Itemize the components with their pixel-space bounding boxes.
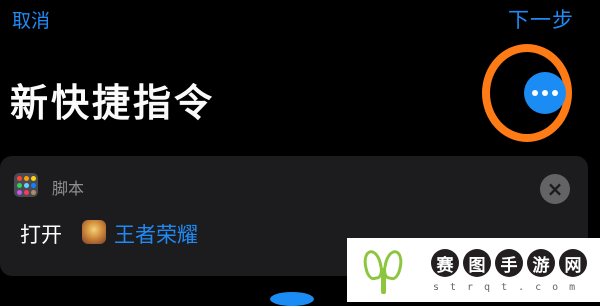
- watermark-url: strqt.com: [433, 282, 587, 293]
- ellipsis-icon: [542, 90, 548, 96]
- action-category-label: 脚本: [52, 179, 85, 198]
- action-verb: 打开: [20, 223, 62, 247]
- script-grid-icon: [14, 173, 38, 197]
- close-icon: ×: [546, 177, 564, 201]
- watermark-char: 网: [559, 249, 587, 277]
- app-name-parameter[interactable]: 王者荣耀: [114, 219, 198, 249]
- bottom-button-edge: [270, 292, 314, 306]
- page-title: 新快捷指令: [10, 81, 216, 125]
- more-options-button[interactable]: [524, 72, 566, 114]
- watermark-char: 手: [495, 249, 523, 277]
- honor-of-kings-app-icon[interactable]: [82, 220, 106, 244]
- watermark-char: 赛: [431, 249, 459, 277]
- watermark-char: 图: [463, 249, 491, 277]
- ellipsis-icon: [532, 90, 538, 96]
- butterfly-logo-icon: [361, 246, 406, 296]
- site-watermark: 赛 图 手 游 网 strqt.com: [347, 238, 600, 302]
- watermark-char: 游: [527, 249, 555, 277]
- nav-next-button[interactable]: 下一步: [508, 4, 574, 34]
- ellipsis-icon: [552, 90, 558, 96]
- remove-action-button[interactable]: ×: [540, 174, 570, 204]
- watermark-characters: 赛 图 手 游 网: [431, 249, 587, 277]
- nav-cancel-button[interactable]: 取消: [12, 6, 50, 33]
